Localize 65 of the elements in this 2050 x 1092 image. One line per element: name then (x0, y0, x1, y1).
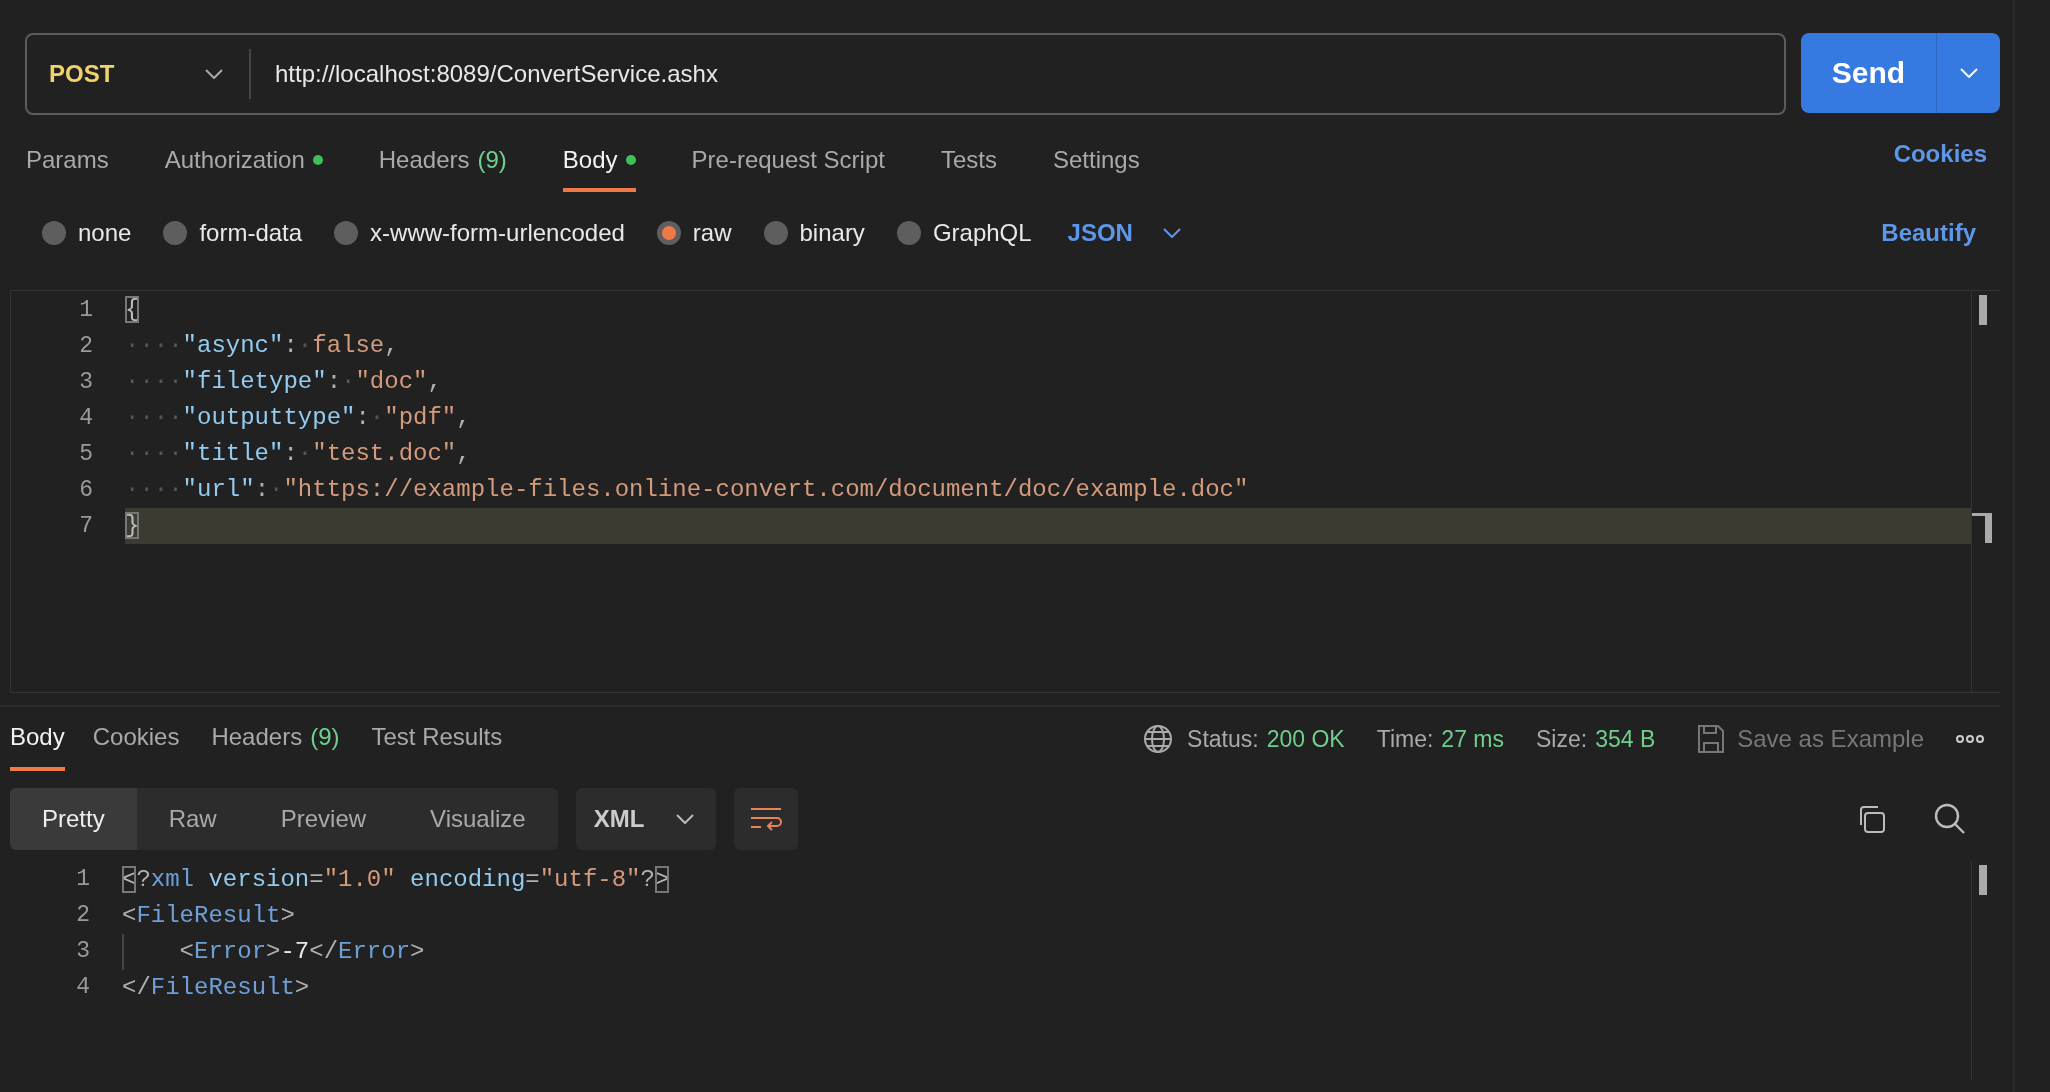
request-tab[interactable]: Params (26, 115, 109, 192)
line-number: 6 (78, 476, 94, 505)
response-tab[interactable]: Headers (9) (211, 707, 340, 771)
response-tab[interactable]: Test Results (371, 707, 503, 771)
url-field[interactable]: http://localhost:8089/ConvertService.ashx (275, 54, 718, 94)
status-value: 200 OK (1266, 725, 1345, 753)
line-number: 4 (75, 973, 91, 1002)
body-type-radio[interactable]: form-data (163, 219, 303, 247)
language-dropdown[interactable]: JSON (1067, 219, 1181, 247)
line-number: 3 (75, 937, 91, 966)
beautify-link[interactable]: Beautify (1881, 219, 2000, 247)
line-number: 3 (78, 368, 94, 397)
request-tab[interactable]: Authorization (164, 115, 323, 192)
globe-icon[interactable] (1143, 724, 1174, 754)
code-line: </FileResult> (122, 973, 311, 1003)
code-line: <Error>-7</Error> (122, 934, 1971, 970)
view-tab[interactable]: Raw (136, 788, 249, 850)
request-tab[interactable]: Pre-request Script (691, 115, 885, 192)
time-value: 27 ms (1441, 725, 1504, 753)
code-line: ····"async":·false, (125, 331, 400, 361)
chevron-down-icon (676, 814, 695, 824)
more-icon[interactable] (1956, 734, 1984, 744)
line-number: 7 (78, 512, 94, 541)
search-icon[interactable] (1934, 803, 1966, 835)
line-number: 1 (78, 296, 94, 325)
cookies-link[interactable]: Cookies (1893, 139, 2000, 168)
view-tab[interactable]: Visualize (398, 788, 558, 850)
body-type-radio[interactable]: binary (763, 219, 865, 247)
code-line: ····"outputtype":·"pdf", (125, 403, 472, 433)
response-tab[interactable]: Cookies (92, 707, 180, 771)
size-value: 354 B (1595, 725, 1656, 753)
request-tab[interactable]: Body (562, 115, 636, 192)
code-line: ····"url":·"https://example-files.online-convert.com/document/doc/example.doc" (125, 475, 1250, 505)
save-example-button[interactable]: Save as Example (1697, 707, 1924, 771)
body-type-radio[interactable]: x-www-form-urlencoded (334, 219, 625, 247)
wrap-lines-icon (749, 806, 784, 832)
code-line: <FileResult> (122, 901, 296, 931)
request-tab[interactable]: Headers (9) (378, 115, 507, 192)
method-dropdown[interactable]: POST (27, 44, 249, 104)
line-number: 5 (78, 440, 94, 469)
response-tab[interactable]: Body (10, 707, 65, 771)
line-number: 1 (75, 865, 91, 894)
code-editor[interactable]: 1 2 3 4 5 6 7 { ····"async":·false, ····"filetype":·"doc", ····"outputtype":·"pdf", ····"title":·"test.doc", ····"url":·"https://example-files.online-convert.com/document/doc/example.doc" } (10, 290, 2000, 693)
request-tab[interactable]: Tests (940, 115, 997, 192)
wrap-lines-button[interactable] (734, 788, 799, 850)
chevron-down-icon (205, 69, 223, 79)
view-tab[interactable]: Preview (248, 788, 399, 850)
format-dropdown[interactable]: XML (575, 788, 717, 850)
size-label: Size: (1536, 725, 1588, 753)
body-type-radio[interactable]: raw (656, 219, 732, 247)
chevron-down-icon (1162, 228, 1181, 238)
line-number: 2 (75, 901, 91, 930)
view-tab[interactable]: Pretty (10, 788, 137, 850)
chevron-down-icon (1959, 68, 1978, 78)
time-label: Time: (1376, 725, 1434, 753)
status-label: Status: (1187, 725, 1259, 753)
line-number: 2 (78, 332, 94, 361)
send-button[interactable]: Send (1801, 33, 1936, 113)
code-line: ····"title":·"test.doc", (125, 439, 472, 469)
request-tab[interactable]: Settings (1052, 115, 1140, 192)
code-line: ····"filetype":·"doc", (125, 367, 443, 397)
code-line: { (125, 295, 141, 325)
body-type-radio[interactable]: none (42, 219, 132, 247)
body-type-radio[interactable]: GraphQL (896, 219, 1032, 247)
line-number: 4 (78, 404, 94, 433)
